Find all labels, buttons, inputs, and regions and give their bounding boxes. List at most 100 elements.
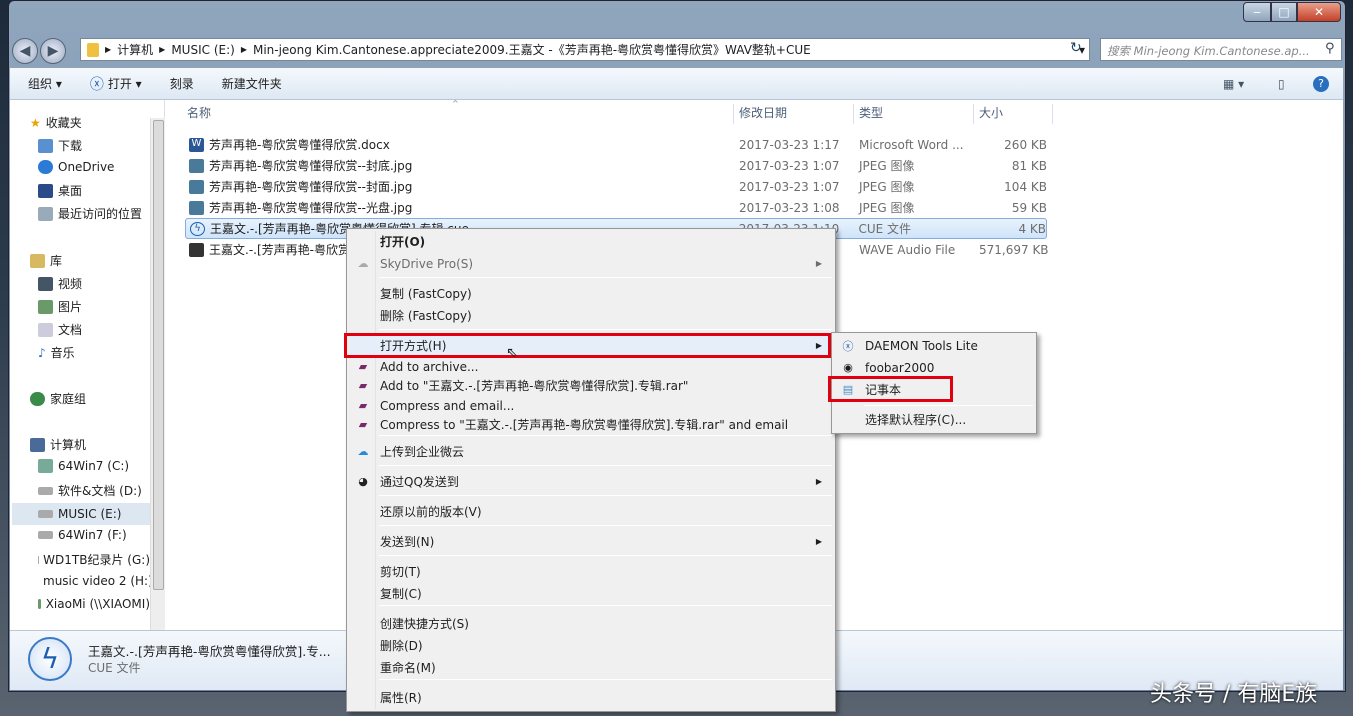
- winrar-icon: ▰: [355, 417, 371, 433]
- separator: [379, 555, 832, 556]
- sidebar-drive-e[interactable]: MUSIC (E:): [12, 503, 150, 525]
- submenu-arrow-icon: ▶: [816, 259, 822, 268]
- submenu-foobar2000[interactable]: ◉foobar2000: [835, 357, 1033, 378]
- computer-icon: [30, 438, 45, 452]
- sidebar-item-downloads[interactable]: 下载: [38, 137, 82, 154]
- organize-button[interactable]: 组织 ▾: [28, 75, 62, 92]
- separator: [379, 679, 832, 680]
- close-button[interactable]: ✕: [1297, 2, 1341, 22]
- column-name[interactable]: 名称: [187, 104, 211, 124]
- column-divider[interactable]: [853, 104, 854, 124]
- label: XiaoMi (\\XIAOMI): [46, 597, 150, 611]
- open-button[interactable]: ⓧ打开 ▾: [90, 74, 142, 94]
- column-divider[interactable]: [733, 104, 734, 124]
- file-size: 104 KB: [979, 180, 1047, 194]
- separator: [379, 525, 832, 526]
- new-folder-button[interactable]: 新建文件夹: [222, 75, 282, 92]
- column-size[interactable]: 大小: [979, 104, 1003, 124]
- sidebar-libraries[interactable]: 库: [30, 252, 62, 269]
- column-divider[interactable]: [973, 104, 974, 124]
- context-menu-item[interactable]: 创建快捷方式(S): [350, 613, 832, 634]
- forward-button[interactable]: ▶: [40, 38, 66, 64]
- label: 软件&文档 (D:): [58, 482, 142, 499]
- minimize-button[interactable]: ‒: [1243, 2, 1271, 22]
- context-menu-item[interactable]: ☁上传到企业微云: [350, 441, 832, 462]
- daemon-file-icon: ϟ: [190, 222, 205, 236]
- file-type: Microsoft Word ...: [859, 138, 979, 152]
- sidebar-favorites[interactable]: ★收藏夹: [30, 114, 82, 131]
- winrar-icon: ▰: [355, 378, 371, 394]
- sidebar-network-drive[interactable]: XiaoMi (\\XIAOMI): [38, 597, 150, 611]
- sidebar-item-videos[interactable]: 视频: [38, 275, 82, 292]
- file-row[interactable]: 芳声再艳-粤欣赏粤懂得欣赏--封面.jpg2017-03-23 1:07JPEG…: [185, 176, 1047, 197]
- watermark: 头条号 / 有脑E族: [1150, 676, 1317, 708]
- submenu-choose-default[interactable]: 选择默认程序(C)...: [835, 409, 1033, 430]
- folder-icon: [87, 43, 99, 57]
- context-menu-item[interactable]: 还原以前的版本(V): [350, 501, 832, 522]
- separator: [379, 435, 832, 436]
- context-menu-item[interactable]: ☁SkyDrive Pro(S)▶: [350, 253, 832, 274]
- help-icon[interactable]: ?: [1313, 76, 1329, 92]
- sidebar-drive-g[interactable]: WD1TB纪录片 (G:): [38, 551, 150, 568]
- context-menu-item[interactable]: ◕通过QQ发送到▶: [350, 471, 832, 492]
- refresh-button[interactable]: ↻: [1070, 40, 1082, 56]
- context-menu-item[interactable]: 删除 (FastCopy): [350, 305, 832, 326]
- sidebar-item-music[interactable]: ♪音乐: [38, 344, 75, 361]
- breadcrumb-folder[interactable]: Min-jeong Kim.Cantonese.appreciate2009.王…: [253, 41, 811, 58]
- column-type[interactable]: 类型: [859, 104, 883, 124]
- context-menu-item[interactable]: 发送到(N)▶: [350, 531, 832, 552]
- sidebar-drive-d[interactable]: 软件&文档 (D:): [38, 482, 142, 499]
- label: 删除 (FastCopy): [380, 307, 472, 324]
- view-options-icon[interactable]: ▦ ▾: [1223, 77, 1244, 91]
- sidebar-item-onedrive[interactable]: OneDrive: [38, 160, 114, 174]
- label: 还原以前的版本(V): [380, 503, 482, 520]
- file-name: 芳声再艳-粤欣赏粤懂得欣赏--光盘.jpg: [209, 199, 412, 216]
- burn-button[interactable]: 刻录: [170, 75, 194, 92]
- search-input[interactable]: 搜索 Min-jeong Kim.Cantonese.ap...: [1100, 38, 1342, 61]
- back-button[interactable]: ◀: [12, 38, 38, 64]
- column-divider[interactable]: [1052, 104, 1053, 124]
- sidebar-homegroup[interactable]: 家庭组: [30, 390, 86, 407]
- file-type: JPEG 图像: [859, 178, 979, 195]
- search-icon[interactable]: ⚲: [1325, 41, 1335, 56]
- file-date: 2017-03-23 1:08: [739, 201, 859, 215]
- sidebar-drive-f[interactable]: 64Win7 (F:): [38, 528, 127, 542]
- context-menu-item[interactable]: 打开(O): [350, 231, 832, 252]
- file-row[interactable]: 芳声再艳-粤欣赏粤懂得欣赏--光盘.jpg2017-03-23 1:08JPEG…: [185, 197, 1047, 218]
- context-menu-item[interactable]: 剪切(T): [350, 561, 832, 582]
- context-menu-item[interactable]: ▰Add to archive...: [350, 356, 832, 377]
- label: 64Win7 (F:): [58, 528, 127, 542]
- context-menu-item[interactable]: ▰Compress and email...: [350, 395, 832, 416]
- address-bar[interactable]: ▶ 计算机 ▶ MUSIC (E:) ▶ Min-jeong Kim.Canto…: [80, 38, 1090, 61]
- context-menu-item[interactable]: 属性(R): [350, 687, 832, 708]
- breadcrumb-computer[interactable]: 计算机: [117, 41, 153, 58]
- context-menu-item[interactable]: 删除(D): [350, 635, 832, 656]
- context-menu-item[interactable]: 复制 (FastCopy): [350, 283, 832, 304]
- column-date[interactable]: 修改日期: [739, 104, 787, 124]
- details-file-name: 王嘉文.-.[芳声再艳-粤欣赏粤懂得欣赏].专...: [88, 641, 331, 660]
- recent-icon: [38, 207, 53, 221]
- sidebar-drive-h[interactable]: music video 2 (H:): [38, 574, 150, 588]
- sidebar-drive-c[interactable]: 64Win7 (C:): [38, 459, 129, 473]
- file-row[interactable]: 芳声再艳-粤欣赏粤懂得欣赏--封底.jpg2017-03-23 1:07JPEG…: [185, 155, 1047, 176]
- maximize-button[interactable]: □: [1271, 2, 1297, 22]
- sidebar-scrollbar[interactable]: [150, 118, 165, 630]
- file-row[interactable]: W芳声再艳-粤欣赏粤懂得欣赏.docx2017-03-23 1:17Micros…: [185, 134, 1047, 155]
- sidebar-item-documents[interactable]: 文档: [38, 321, 82, 338]
- context-menu-item[interactable]: ▰Add to "王嘉文.-.[芳声再艳-粤欣赏粤懂得欣赏].专辑.rar": [350, 375, 832, 396]
- context-menu-item[interactable]: ▰Compress to "王嘉文.-.[芳声再艳-粤欣赏粤懂得欣赏].专辑.r…: [350, 414, 832, 435]
- scrollbar-thumb[interactable]: [153, 120, 164, 590]
- sidebar-item-pictures[interactable]: 图片: [38, 298, 82, 315]
- label: 下载: [58, 137, 82, 154]
- context-menu-item[interactable]: 复制(C): [350, 583, 832, 604]
- context-menu-item[interactable]: 重命名(M): [350, 657, 832, 678]
- highlight-notepad: [828, 376, 953, 402]
- drive-icon: [38, 510, 53, 518]
- sidebar-computer[interactable]: 计算机: [30, 436, 86, 453]
- foobar-icon: ◉: [840, 360, 856, 376]
- breadcrumb-drive[interactable]: MUSIC (E:): [171, 43, 234, 57]
- sidebar-item-desktop[interactable]: 桌面: [38, 182, 82, 199]
- submenu-daemon-tools[interactable]: ⓧDAEMON Tools Lite: [835, 335, 1033, 356]
- preview-pane-icon[interactable]: ▯: [1278, 77, 1285, 91]
- sidebar-item-recent[interactable]: 最近访问的位置: [38, 205, 142, 222]
